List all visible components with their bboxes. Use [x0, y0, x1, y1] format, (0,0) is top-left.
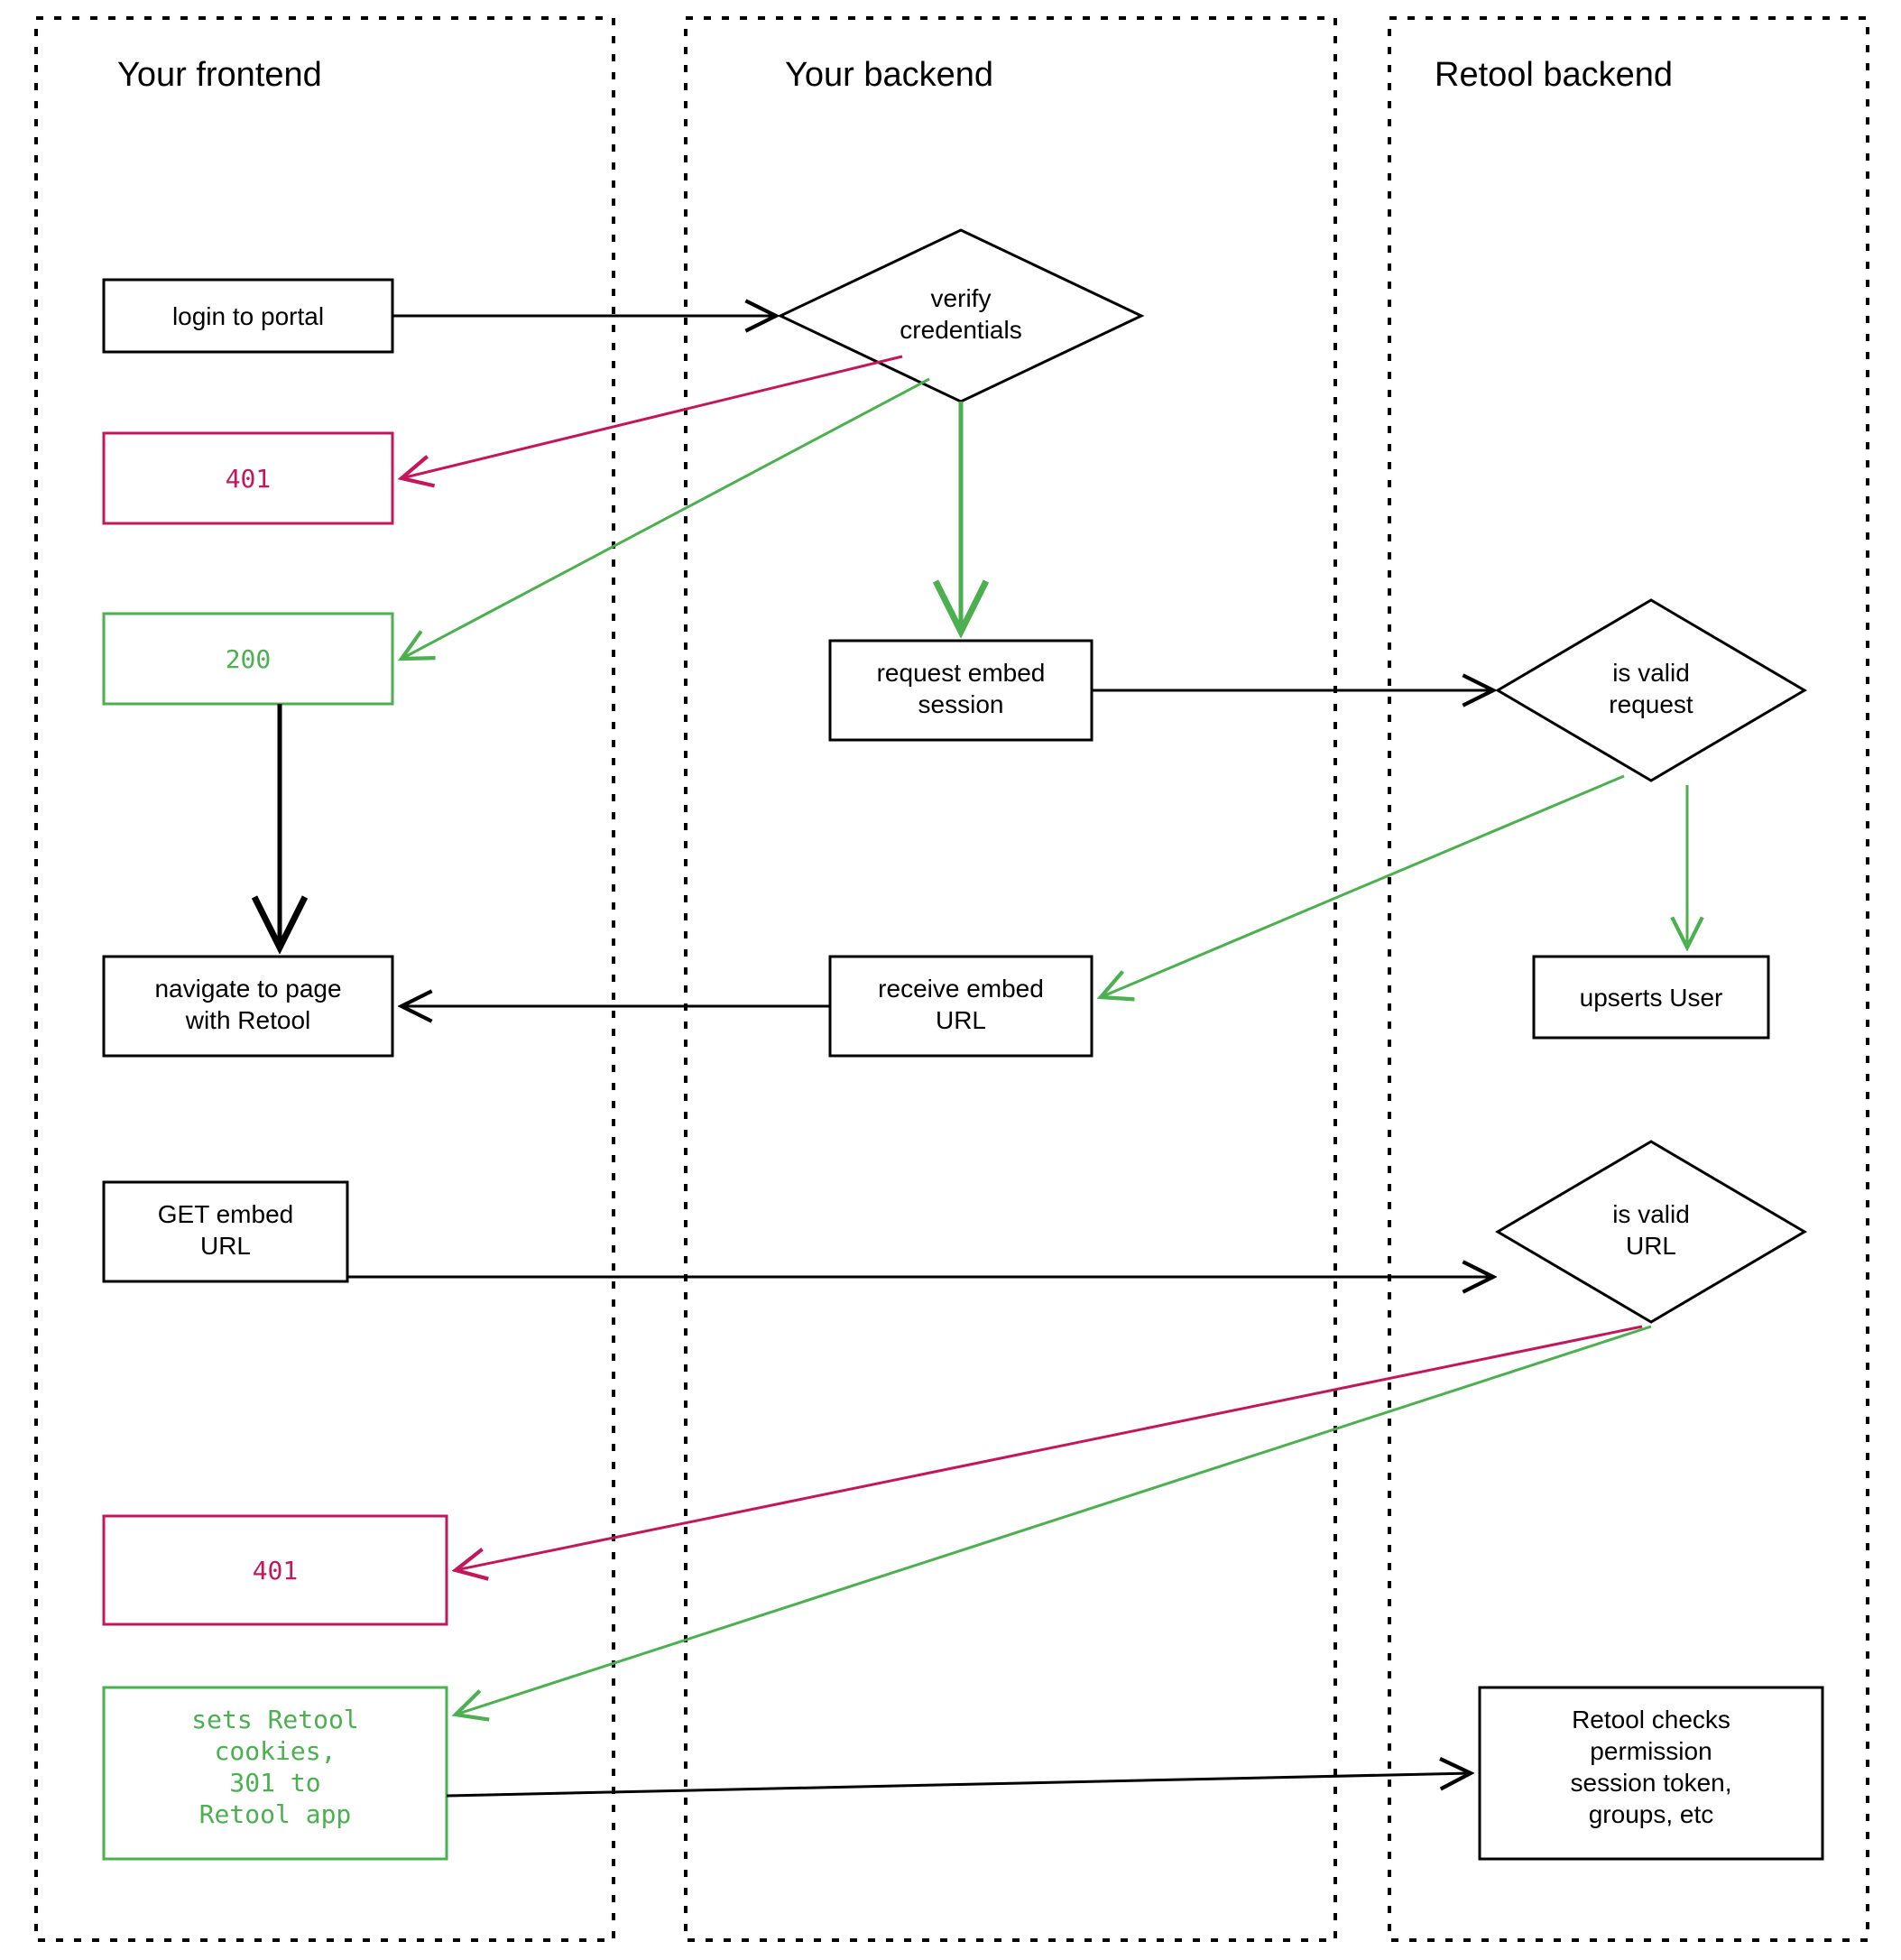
node-retool-checks-t4: groups, etc — [1589, 1800, 1714, 1828]
node-is-valid-url-t1: is valid — [1612, 1200, 1690, 1228]
swimlane-title-frontend: Your frontend — [117, 56, 322, 94]
arrow-verify-401 — [401, 356, 902, 478]
node-request-embed-t1: request embed — [877, 659, 1046, 687]
node-get-url-t1: GET embed — [158, 1200, 293, 1228]
node-verify-text1: verify — [931, 284, 992, 312]
flow-diagram: Your frontend Your backend Retool backen… — [0, 0, 1901, 1960]
node-receive-url-t2: URL — [936, 1006, 986, 1034]
node-sets-cookies-t1: sets Retool — [191, 1705, 358, 1734]
swimlane-title-backend: Your backend — [785, 56, 993, 94]
swimlane-retool — [1389, 18, 1868, 1940]
node-navigate-t2: with Retool — [185, 1006, 311, 1034]
node-401b-text: 401 — [253, 1556, 299, 1586]
node-is-valid-request-t1: is valid — [1612, 659, 1690, 687]
arrow-cookies-retoolchecks — [447, 1773, 1471, 1796]
node-receive-url-t1: receive embed — [878, 975, 1044, 1003]
swimlane-title-retool: Retool backend — [1435, 56, 1673, 94]
node-retool-checks-t2: permission — [1590, 1737, 1712, 1765]
node-is-valid-url-t2: URL — [1626, 1232, 1676, 1260]
node-verify-text2: credentials — [900, 316, 1021, 344]
node-sets-cookies-t2: cookies, — [215, 1736, 337, 1766]
node-retool-checks-t3: session token, — [1571, 1769, 1732, 1797]
node-request-embed-t2: session — [918, 690, 1004, 718]
node-navigate-t1: navigate to page — [154, 975, 341, 1003]
node-401a-text: 401 — [226, 464, 272, 494]
node-get-url-t2: URL — [200, 1232, 251, 1260]
node-retool-checks-t1: Retool checks — [1572, 1706, 1730, 1733]
node-login-text: login to portal — [172, 302, 324, 330]
arrow-isvalidurl-cookies — [456, 1327, 1651, 1715]
arrow-verify-200 — [401, 379, 929, 659]
node-sets-cookies-t4: Retool app — [199, 1799, 352, 1829]
node-is-valid-request-t2: request — [1609, 690, 1693, 718]
node-sets-cookies-t3: 301 to — [229, 1768, 320, 1798]
node-upserts-user-text: upserts User — [1580, 984, 1723, 1012]
node-200-text: 200 — [226, 644, 272, 674]
arrow-isvalidurl-401 — [456, 1327, 1642, 1570]
arrow-isvalid-receive — [1101, 776, 1624, 997]
